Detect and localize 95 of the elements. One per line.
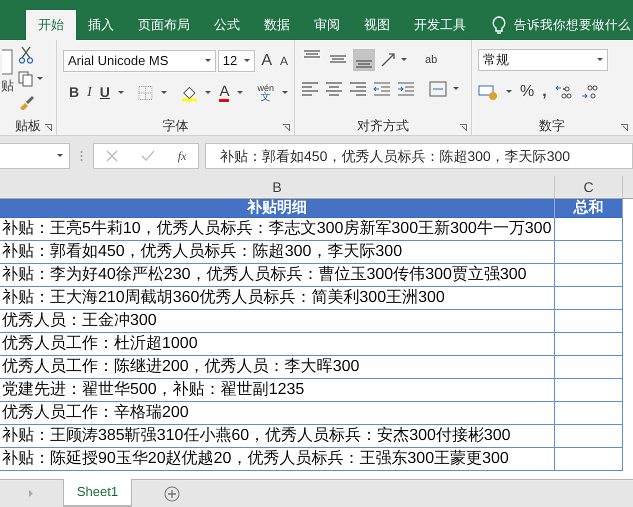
caret-icon[interactable] [282,90,288,94]
decrease-decimal-icon[interactable] [580,84,599,100]
merge-cells-icon[interactable] [429,81,447,97]
grip-icon[interactable] [80,150,83,162]
font-name-dropdown[interactable]: Arial Unicode MS [63,50,216,72]
caret-icon[interactable] [118,90,124,94]
ribbon-tab[interactable]: 数据 [252,10,302,40]
ribbon-tab[interactable]: 审阅 [302,10,352,40]
decrease-indent-icon[interactable] [373,81,391,97]
ribbon-tab[interactable]: 开发工具 [402,10,478,40]
ribbon-tab[interactable]: 公式 [202,10,252,40]
column-header[interactable]: B [0,176,555,198]
increase-font-button[interactable]: A [261,49,272,73]
table-header-cell: 总和 [555,199,623,218]
add-sheet-icon[interactable] [164,486,180,502]
increase-indent-icon[interactable] [397,81,415,97]
comma-button[interactable]: , [542,80,547,104]
table-cell: 补贴：李为好40徐严松230，优秀人员标兵：曹位玉300传伟300贾立强300 [0,264,555,287]
group-label: 对齐方式 [357,117,409,135]
table-cell: 党建先进：翟世华500，补贴：翟世副1235 [0,379,555,402]
check-icon[interactable] [140,150,155,162]
paintbrush-icon[interactable] [18,94,34,110]
insert-function-button[interactable]: fx [178,147,186,165]
increase-decimal-icon[interactable] [554,84,573,100]
table-cell: 补贴：王亮5牛莉10，优秀人员标兵：李志文300房新军300王新300牛一万300 [0,218,555,241]
font-name-value: Arial Unicode MS [68,52,168,70]
table-header-cell: 补贴明细 [0,199,555,218]
table-cell [555,241,623,264]
table-cell [555,310,623,333]
font-size-value: 12 [222,52,238,70]
caret-icon[interactable] [160,90,167,94]
wrap-text-button[interactable]: ab [425,54,438,66]
caret-icon[interactable] [57,154,63,158]
tell-me-search[interactable]: 告诉我你想要做什么 [514,16,631,34]
caret-icon[interactable] [597,58,603,62]
scissors-icon[interactable] [18,46,34,64]
italic-button[interactable]: I [87,82,92,103]
caret-icon[interactable] [401,58,407,62]
percent-button[interactable]: % [520,80,534,104]
number-format-dropdown[interactable]: 常规 [478,49,608,71]
phonetic-button[interactable]: wén 文 [257,82,274,102]
currency-icon[interactable] [478,83,498,101]
dialog-launcher-icon[interactable] [460,124,467,131]
table-cell [555,356,623,379]
caret-icon[interactable] [204,59,211,63]
borders-icon[interactable] [138,84,153,100]
table-cell [555,264,623,287]
group-label: 字体 [162,117,188,135]
caret-icon[interactable] [237,90,244,94]
align-bottom-button[interactable] [353,49,375,71]
dialog-launcher-icon[interactable] [621,124,628,131]
font-size-dropdown[interactable]: 12 [218,50,256,72]
table-cell [555,448,623,471]
caret-icon[interactable] [37,77,43,81]
align-left-icon[interactable] [301,81,319,97]
ribbon-tab[interactable]: 视图 [352,10,402,40]
underline-button[interactable]: U [100,82,110,103]
ribbon-tab[interactable]: 开始 [26,10,76,40]
column-header[interactable]: C [555,176,623,198]
number-format-value: 常规 [483,51,509,70]
table-cell: 补贴：王顾涛385靳强310任小燕60，优秀人员标兵：安杰300付接彬300 [0,425,555,448]
table-cell [555,379,623,402]
copy-icon[interactable] [18,71,33,87]
table-cell [555,402,623,425]
decrease-font-button[interactable]: A [280,52,288,70]
dialog-launcher-icon[interactable] [45,124,52,131]
ribbon-tab[interactable]: 插入 [76,10,126,40]
table-cell [555,218,623,241]
table-cell [555,333,623,356]
lightbulb-icon[interactable] [492,16,506,34]
table-cell [555,425,623,448]
font-color-button[interactable]: A [219,84,230,102]
align-right-icon[interactable] [349,81,367,97]
table-cell: 补贴：陈延授90玉华20赵优越20，优秀人员标兵：王强东300王蒙更300 [0,448,555,471]
table-cell: 优秀人员工作：陈继进200，优秀人员：李大晖300 [0,356,555,379]
ribbon-tab[interactable]: 页面布局 [126,10,202,40]
group-label: 贴板 [15,117,41,135]
caret-icon[interactable] [453,87,459,91]
bold-button[interactable]: B [69,82,80,103]
caret-icon[interactable] [244,59,250,63]
caret-icon[interactable] [506,90,512,94]
caret-icon[interactable] [205,90,212,94]
formula-input[interactable]: 补贴：郭看如450，优秀人员标兵：陈超300，李天际300 [205,143,633,169]
dialog-launcher-icon[interactable] [283,124,290,131]
table-cell: 优秀人员：王金冲300 [0,310,555,333]
sheet-tab[interactable]: Sheet1 [64,479,132,507]
orientation-icon[interactable] [379,51,397,69]
paste-button[interactable]: 贴 [1,76,14,96]
table-cell: 补贴：王大海210周截胡360优秀人员标兵：简美利300王洲300 [0,287,555,310]
table-cell [555,287,623,310]
table-cell: 补贴：郭看如450，优秀人员标兵：陈超300，李天际300 [0,241,555,264]
table-cell: 优秀人员工作：辛格瑞200 [0,402,555,425]
center-icon[interactable] [325,81,343,97]
table-cell: 优秀人员工作：杜沂超1000 [0,333,555,356]
group-label: 数字 [539,117,565,135]
